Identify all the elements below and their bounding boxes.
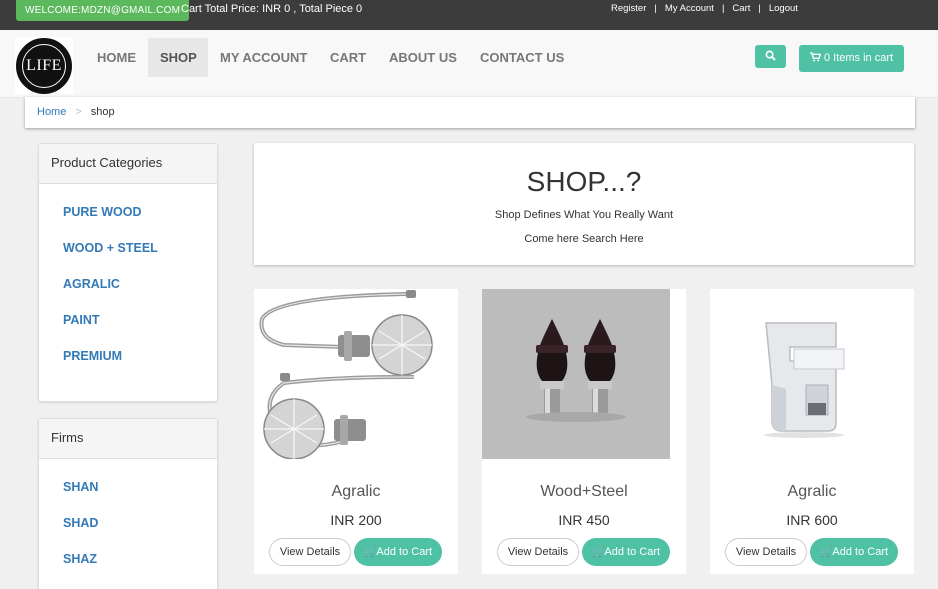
product-image[interactable] [482, 289, 686, 459]
firms-title: Firms [39, 419, 217, 459]
cart-link[interactable]: Cart [732, 3, 750, 14]
product-card: Agralic INR 200 View Details 🛒Add to Car… [254, 289, 458, 574]
nav-contact-us[interactable]: CONTACT US [468, 38, 576, 77]
categories-panel: Product Categories PURE WOOD WOOD + STEE… [38, 143, 218, 402]
add-to-cart-label: Add to Cart [376, 546, 433, 558]
breadcrumb-separator: > [75, 106, 82, 118]
firms-panel: Firms SHAN SHAD SHAZ [38, 418, 218, 589]
shop-tagline: Come here Search Here [524, 233, 644, 245]
firms-list: SHAN SHAD SHAZ [39, 459, 217, 583]
product-name[interactable]: Agralic [710, 483, 914, 501]
add-to-cart-button[interactable]: 🛒Add to Cart [354, 538, 442, 566]
shopping-cart-icon: 🛒 [363, 547, 377, 558]
firm-shan[interactable]: SHAN [63, 475, 217, 511]
shopping-cart-icon: 🛒 [591, 547, 605, 558]
add-to-cart-label: Add to Cart [604, 546, 661, 558]
nav-home[interactable]: HOME [85, 38, 148, 77]
logout-link[interactable]: Logout [769, 3, 798, 14]
curtain-holdback-crystal-image [254, 289, 458, 459]
firm-shad[interactable]: SHAD [63, 511, 217, 547]
welcome-badge: WELCOME:MDZN@GMAIL.COM [16, 0, 190, 21]
divider: | [654, 3, 657, 14]
category-paint[interactable]: PAINT [63, 308, 217, 344]
product-image[interactable] [254, 289, 458, 459]
logo-text: LIFE [22, 44, 66, 88]
cart-items-button[interactable]: 0 Items in cart [799, 45, 904, 72]
categories-list: PURE WOOD WOOD + STEEL AGRALIC PAINT PRE… [39, 184, 217, 380]
wood-steel-finial-image [482, 289, 686, 459]
product-name[interactable]: Agralic [254, 483, 458, 501]
product-card: Wood+Steel INR 450 View Details 🛒Add to … [482, 289, 686, 574]
shop-title: SHOP...? [526, 166, 642, 197]
my-account-link[interactable]: My Account [665, 3, 714, 14]
nav-my-account[interactable]: MY ACCOUNT [208, 38, 319, 77]
category-pure-wood[interactable]: PURE WOOD [63, 200, 217, 236]
register-link[interactable]: Register [611, 3, 646, 14]
nav-cart[interactable]: CART [318, 38, 378, 77]
product-price: INR 450 [558, 512, 610, 528]
shopping-cart-icon: 🛒 [819, 547, 833, 558]
category-agralic[interactable]: AGRALIC [63, 272, 217, 308]
logo-circle: LIFE [16, 38, 72, 94]
view-details-button[interactable]: View Details [725, 538, 807, 566]
acrylic-bracket-image [710, 289, 914, 459]
top-bar: WELCOME:MDZN@GMAIL.COM Cart Total Price:… [0, 0, 938, 30]
search-icon [765, 50, 776, 61]
cart-items-label: 0 Items in cart [823, 52, 894, 64]
category-wood-steel[interactable]: WOOD + STEEL [63, 236, 217, 272]
shop-subtitle: Shop Defines What You Really Want [494, 209, 674, 221]
product-name[interactable]: Wood+Steel [482, 483, 686, 501]
cart-summary: Cart Total Price: INR 0 , Total Piece 0 [181, 3, 363, 15]
nav-about-us[interactable]: ABOUT US [377, 38, 469, 77]
product-card: Agralic INR 600 View Details 🛒Add to Car… [710, 289, 914, 574]
product-image[interactable] [710, 289, 914, 459]
breadcrumb-home[interactable]: Home [37, 106, 66, 118]
add-to-cart-button[interactable]: 🛒Add to Cart [810, 538, 898, 566]
breadcrumb-current: shop [90, 106, 115, 118]
search-button[interactable] [755, 45, 786, 68]
divider: | [721, 3, 725, 14]
view-details-button[interactable]: View Details [497, 538, 579, 566]
product-price: INR 600 [786, 512, 838, 528]
category-premium[interactable]: PREMIUM [63, 344, 217, 380]
firm-shaz[interactable]: SHAZ [63, 547, 217, 583]
add-to-cart-button[interactable]: 🛒Add to Cart [582, 538, 670, 566]
add-to-cart-label: Add to Cart [832, 546, 889, 558]
product-price: INR 200 [330, 512, 382, 528]
divider: | [758, 3, 761, 14]
breadcrumb: Home > shop [25, 97, 915, 128]
shop-header: SHOP...? Shop Defines What You Really Wa… [254, 143, 914, 265]
categories-title: Product Categories [39, 144, 217, 184]
top-links: Register | My Account | Cart | Logout [611, 3, 798, 14]
view-details-button[interactable]: View Details [269, 538, 351, 566]
shopping-cart-icon [809, 52, 822, 62]
site-logo[interactable]: LIFE [15, 37, 73, 94]
nav-shop[interactable]: SHOP [148, 38, 208, 77]
